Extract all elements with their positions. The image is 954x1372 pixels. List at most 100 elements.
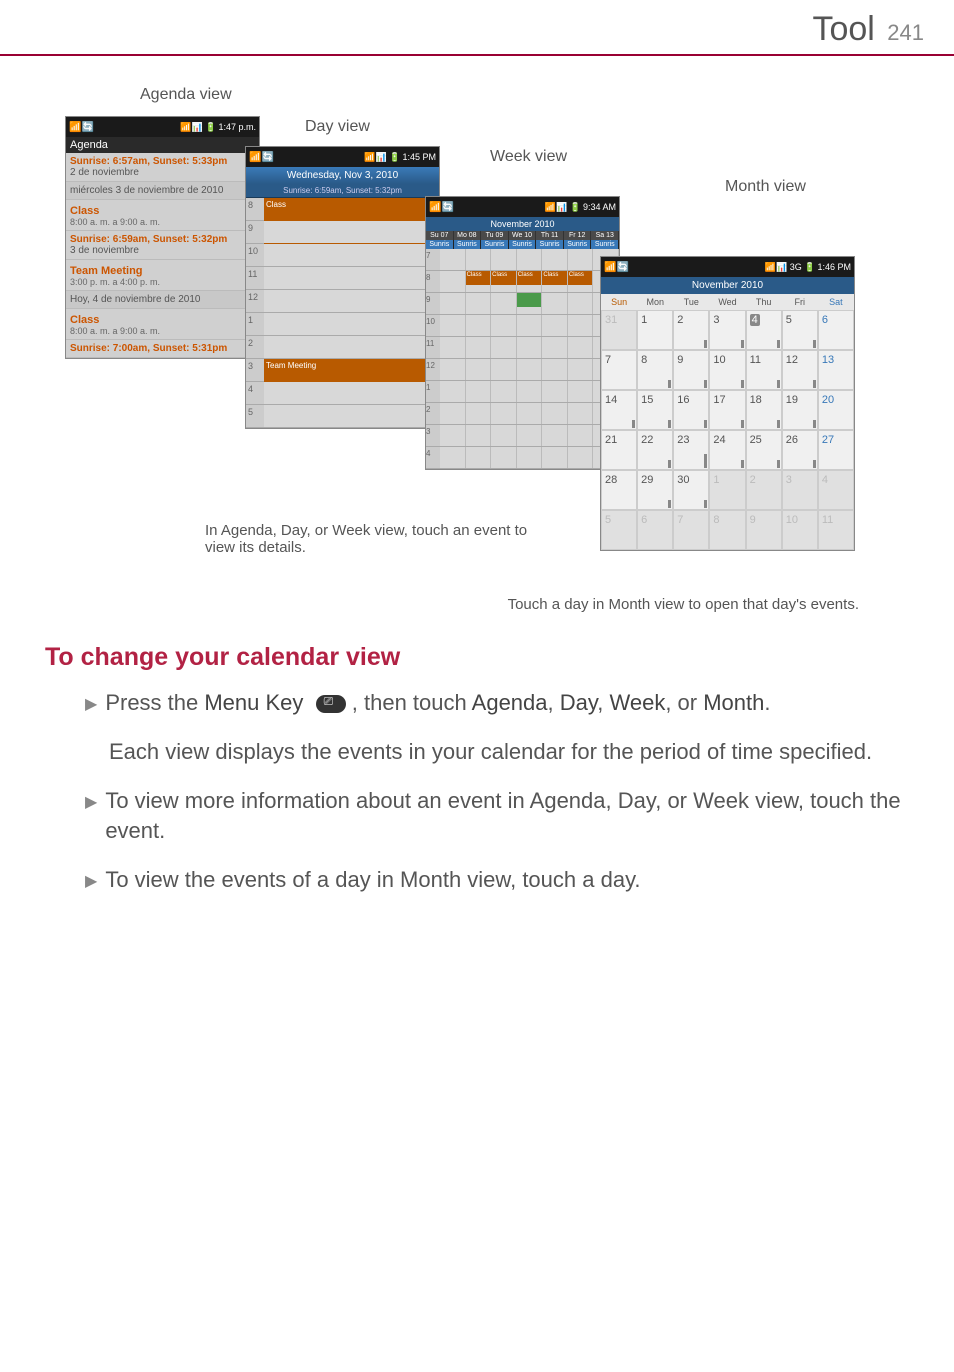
month-day[interactable]: 21 <box>601 430 637 470</box>
month-day[interactable]: 1 <box>709 470 745 510</box>
month-day[interactable]: 10 <box>709 350 745 390</box>
month-day[interactable]: 4 <box>818 470 854 510</box>
hour-row[interactable]: 11 <box>246 267 439 290</box>
event-block[interactable]: Class <box>466 271 491 285</box>
month-day[interactable]: 17 <box>709 390 745 430</box>
status-right: 📶📊 🔋 1:45 PM <box>364 152 436 163</box>
event-block[interactable]: Class <box>491 271 516 285</box>
month-screenshot: 📶🔄 📶📊 3G 🔋 1:46 PM November 2010 Sun Mon… <box>600 256 855 551</box>
month-day[interactable]: 12 <box>782 350 818 390</box>
hour-row[interactable]: 5 <box>246 405 439 428</box>
event-block[interactable]: Class <box>568 271 593 285</box>
page-number: 241 <box>887 20 924 45</box>
month-day[interactable]: 30 <box>673 470 709 510</box>
instruction-text: Press the Menu Key , then touch Agenda, … <box>105 688 909 719</box>
signal-icon: 📶🔄 <box>604 262 629 273</box>
event-title: Team Meeting <box>70 265 255 277</box>
section-title: To change your calendar view <box>45 643 909 672</box>
hour-row[interactable]: 1 <box>246 313 439 336</box>
date-text: 2 de noviembre <box>70 167 255 178</box>
month-day[interactable]: 3 <box>709 310 745 350</box>
month-day[interactable]: 7 <box>601 350 637 390</box>
month-day[interactable]: 6 <box>818 310 854 350</box>
month-day[interactable]: 16 <box>673 390 709 430</box>
caption-agenda-day-week: In Agenda, Day, or Week view, touch an e… <box>205 522 535 556</box>
hour-row[interactable]: 12 <box>246 290 439 313</box>
month-day[interactable]: 11 <box>746 350 782 390</box>
date-text: 3 de noviembre <box>70 245 255 256</box>
month-day[interactable]: 20 <box>818 390 854 430</box>
month-day[interactable]: 19 <box>782 390 818 430</box>
month-day[interactable]: 15 <box>637 390 673 430</box>
hour-row[interactable]: 9 <box>246 221 439 244</box>
event-block[interactable]: Class <box>517 271 542 285</box>
event-title: Class <box>70 205 255 217</box>
month-day[interactable]: 13 <box>818 350 854 390</box>
month-day[interactable]: 29 <box>637 470 673 510</box>
month-day[interactable]: 8 <box>637 350 673 390</box>
paragraph: Each view displays the events in your ca… <box>109 737 909 768</box>
calendar-views-figure: Agenda view Day view Week view Month vie… <box>45 86 909 606</box>
month-day[interactable]: 7 <box>673 510 709 550</box>
month-day[interactable]: 23 <box>673 430 709 470</box>
month-day[interactable]: 14 <box>601 390 637 430</box>
status-bar: 📶🔄 📶📊 3G 🔋 1:46 PM <box>601 257 854 277</box>
instruction-text: To view the events of a day in Month vie… <box>105 865 909 896</box>
agenda-screenshot: 📶🔄 📶📊 🔋 1:47 p.m. Agenda Sunrise: 6:57am… <box>65 116 260 359</box>
status-bar: 📶🔄 📶📊 🔋 9:34 AM <box>426 197 619 217</box>
event-time: 3:00 p. m. a 4:00 p. m. <box>70 277 255 287</box>
month-day[interactable]: 2 <box>673 310 709 350</box>
hour-row[interactable]: 3Team Meeting <box>246 359 439 382</box>
agenda-row[interactable]: Team Meeting 3:00 p. m. a 4:00 p. m. <box>66 260 259 291</box>
month-day[interactable]: 27 <box>818 430 854 470</box>
agenda-row[interactable]: Sunrise: 6:59am, Sunset: 5:32pm 3 de nov… <box>66 231 259 260</box>
event-title: Class <box>70 314 255 326</box>
instruction-text: To view more information about an event … <box>105 786 909 848</box>
label-month-view: Month view <box>725 178 806 196</box>
agenda-row[interactable]: Class 8:00 a. m. a 9:00 a. m. <box>66 309 259 340</box>
signal-icon: 📶🔄 <box>429 202 454 213</box>
month-day[interactable]: 24 <box>709 430 745 470</box>
signal-icon: 📶🔄 <box>249 152 274 163</box>
sunrise-text: Sunrise: 6:59am, Sunset: 5:32pm <box>70 234 255 245</box>
menu-key-icon <box>316 695 346 713</box>
month-day[interactable]: 18 <box>746 390 782 430</box>
bullet-icon: ▶ <box>85 871 97 891</box>
hour-row[interactable]: 10 <box>246 244 439 267</box>
agenda-row[interactable]: Sunrise: 7:00am, Sunset: 5:31pm <box>66 340 259 358</box>
agenda-row[interactable]: Sunrise: 6:57am, Sunset: 5:33pm 2 de nov… <box>66 153 259 182</box>
month-day[interactable]: 26 <box>782 430 818 470</box>
agenda-row[interactable]: miércoles 3 de noviembre de 2010 <box>66 182 259 200</box>
hour-row[interactable]: 2 <box>246 336 439 359</box>
event-block[interactable]: Team Meeting <box>264 359 439 382</box>
month-day[interactable]: 9 <box>673 350 709 390</box>
hour-row[interactable]: 4 <box>246 382 439 405</box>
month-day[interactable]: 25 <box>746 430 782 470</box>
month-day[interactable]: 1 <box>637 310 673 350</box>
month-dow-row: Sun Mon Tue Wed Thu Fri Sat <box>601 294 854 310</box>
status-right: 📶📊 3G 🔋 1:46 PM <box>765 262 851 273</box>
month-day[interactable]: 31 <box>601 310 637 350</box>
month-day[interactable]: 5 <box>601 510 637 550</box>
month-day[interactable]: 3 <box>782 470 818 510</box>
agenda-row[interactable]: Class 8:00 a. m. a 9:00 a. m. <box>66 200 259 231</box>
month-day[interactable]: 5 <box>782 310 818 350</box>
month-day[interactable]: 6 <box>637 510 673 550</box>
signal-icon: 📶🔄 <box>69 122 94 133</box>
month-day[interactable]: 11 <box>818 510 854 550</box>
status-right: 📶📊 🔋 9:34 AM <box>545 202 616 213</box>
month-day[interactable]: 2 <box>746 470 782 510</box>
month-day-today[interactable]: 4 <box>746 310 782 350</box>
bullet-icon: ▶ <box>85 792 97 812</box>
month-day[interactable]: 28 <box>601 470 637 510</box>
hour-row[interactable]: 8Class <box>246 198 439 221</box>
month-day[interactable]: 8 <box>709 510 745 550</box>
month-day[interactable]: 9 <box>746 510 782 550</box>
event-block[interactable]: Class <box>542 271 567 285</box>
agenda-row[interactable]: Hoy, 4 de noviembre de 2010 <box>66 291 259 309</box>
label-day-view: Day view <box>305 118 370 136</box>
page-header: Tool 241 <box>0 0 954 56</box>
month-day[interactable]: 10 <box>782 510 818 550</box>
month-day[interactable]: 22 <box>637 430 673 470</box>
status-bar: 📶🔄 📶📊 🔋 1:45 PM <box>246 147 439 167</box>
